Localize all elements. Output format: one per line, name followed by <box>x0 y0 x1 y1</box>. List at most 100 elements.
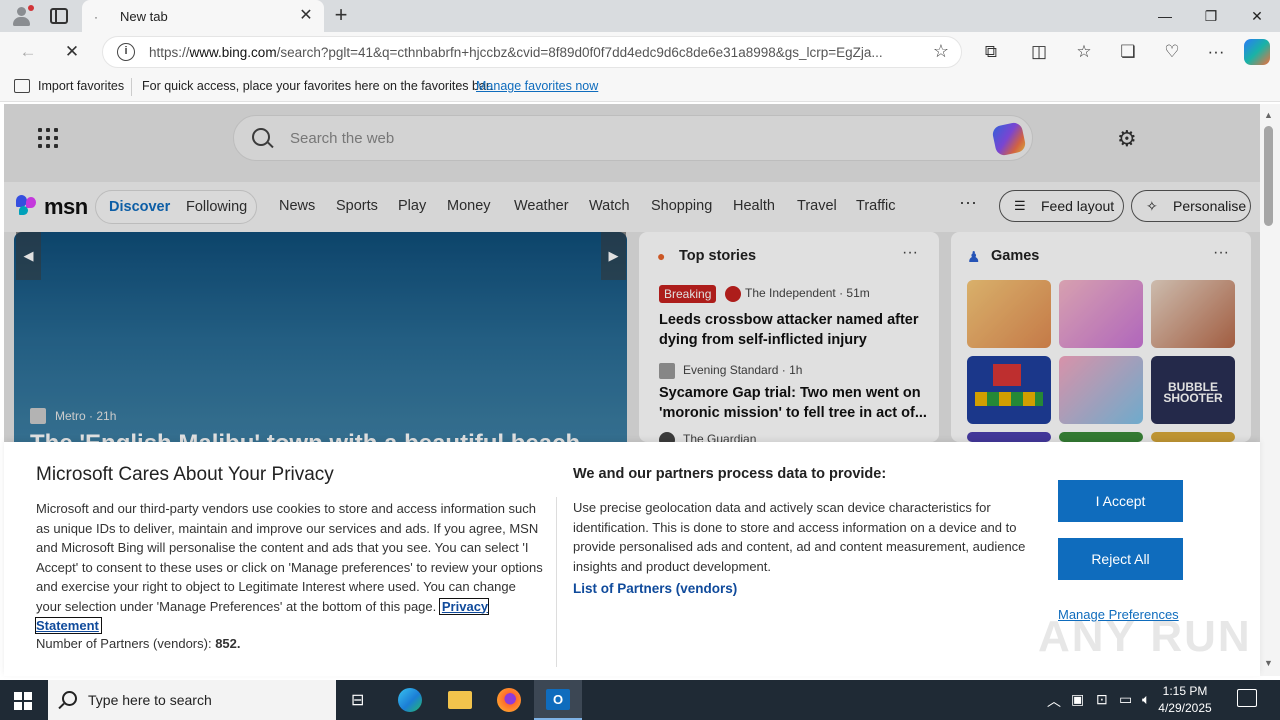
feed-segment-control: Discover Following <box>95 190 257 224</box>
browser-essentials-icon[interactable]: ♡ <box>1158 38 1186 66</box>
navigation-bar: ← ✕ i https://www.bing.com/search?pglt=4… <box>0 32 1280 72</box>
tab-favicon-icon: · <box>94 10 98 24</box>
carousel-prev-icon[interactable]: ◀ <box>16 232 41 280</box>
game-tile[interactable] <box>1059 432 1143 442</box>
taskbar-search[interactable]: Type here to search <box>48 680 336 720</box>
nav-travel[interactable]: Travel <box>797 198 837 214</box>
manage-favorites-link[interactable]: Manage favorites now <box>476 79 598 93</box>
hero-carousel[interactable]: Metro · 21h The 'English Malibu' town wi… <box>14 232 627 442</box>
nav-sports[interactable]: Sports <box>336 198 378 214</box>
scroll-down-icon[interactable]: ▼ <box>1264 658 1273 668</box>
back-icon[interactable]: ← <box>14 38 42 66</box>
consent-purposes-body: Use precise geolocation data and activel… <box>573 500 1026 574</box>
favorites-icon[interactable]: ☆ <box>1070 38 1098 66</box>
nav-health[interactable]: Health <box>733 198 775 214</box>
accept-button[interactable]: I Accept <box>1058 480 1183 522</box>
collections-icon[interactable]: ❏ <box>1114 38 1142 66</box>
reject-all-button[interactable]: Reject All <box>1058 538 1183 580</box>
page-scrollbar[interactable]: ▲ ▼ <box>1260 104 1280 676</box>
privacy-consent-dialog: Microsoft Cares About Your Privacy Micro… <box>4 442 1260 676</box>
nav-play[interactable]: Play <box>398 198 426 214</box>
taskbar-search-input[interactable]: Type here to search <box>88 692 212 708</box>
game-tile[interactable] <box>1151 432 1235 442</box>
minimize-button[interactable]: — <box>1142 0 1188 32</box>
more-options-icon[interactable]: ··· <box>1213 244 1229 262</box>
story-source: Evening Standard · 1h <box>683 363 803 377</box>
outlook-icon[interactable]: O <box>534 680 582 720</box>
usb-icon[interactable]: ⊡ <box>1096 691 1108 708</box>
url-text[interactable]: https://www.bing.com/search?pglt=41&q=ct… <box>149 45 917 60</box>
story-headline[interactable]: Sycamore Gap trial: Two men went on 'mor… <box>659 383 929 423</box>
split-screen-icon[interactable]: ◫ <box>1025 38 1053 66</box>
game-tile[interactable] <box>967 432 1051 442</box>
import-favorites-button[interactable]: Import favorites <box>38 79 124 93</box>
games-title: Games <box>991 248 1040 264</box>
nav-money[interactable]: Money <box>447 198 491 214</box>
story-headline[interactable]: Leeds crossbow attacker named after dyin… <box>659 310 929 350</box>
tab-actions-icon[interactable] <box>50 8 68 24</box>
copilot-search-icon[interactable] <box>991 121 1027 157</box>
nav-shopping[interactable]: Shopping <box>651 198 712 214</box>
tab-following[interactable]: Following <box>186 199 247 215</box>
outlook-tray-icon[interactable]: ▣ <box>1071 691 1084 708</box>
show-hidden-icons-icon[interactable]: ︿ <box>1047 691 1061 711</box>
favorite-star-icon[interactable]: ☆ <box>933 41 949 62</box>
divider <box>556 497 557 667</box>
network-icon[interactable]: ▭ <box>1119 691 1132 708</box>
standard-logo-icon <box>659 363 675 379</box>
msn-logo[interactable]: msn <box>16 193 88 221</box>
import-icon[interactable] <box>14 79 30 93</box>
story-source: The Independent · 51m <box>745 286 870 300</box>
profile-icon[interactable] <box>8 4 34 28</box>
personalise-button[interactable]: ✧ Personalise <box>1131 190 1251 222</box>
close-tab-icon[interactable]: ✕ <box>296 6 316 26</box>
scroll-up-icon[interactable]: ▲ <box>1264 110 1273 120</box>
copilot-icon[interactable] <box>1244 39 1270 65</box>
settings-more-icon[interactable]: ··· <box>1202 38 1230 66</box>
game-tile[interactable]: BUBBLE SHOOTER <box>1151 356 1235 424</box>
more-options-icon[interactable]: ··· <box>902 244 918 262</box>
favorites-hint: For quick access, place your favorites h… <box>142 79 493 93</box>
game-tile[interactable] <box>967 356 1051 424</box>
search-icon <box>62 691 77 706</box>
hero-headline[interactable]: The 'English Malibu' town with a beautif… <box>30 430 580 442</box>
msn-navigation: msn Discover Following News Sports Play … <box>4 182 1260 232</box>
nav-traffic[interactable]: Traffic <box>856 198 895 214</box>
windows-start-icon[interactable] <box>14 692 32 710</box>
nav-more-icon[interactable]: ··· <box>959 192 977 213</box>
apps-grid-icon[interactable] <box>38 128 58 148</box>
tab-new-tab[interactable]: · New tab ✕ <box>82 0 324 32</box>
new-tab-button[interactable]: + <box>330 4 352 27</box>
carousel-next-icon[interactable]: ▶ <box>601 232 626 280</box>
restore-button[interactable]: ❐ <box>1188 0 1234 32</box>
nav-watch[interactable]: Watch <box>589 198 630 214</box>
game-tile[interactable] <box>1059 356 1143 424</box>
list-of-partners-link[interactable]: List of Partners (vendors) <box>573 581 737 596</box>
nav-weather[interactable]: Weather <box>514 198 569 214</box>
system-clock[interactable]: 1:15 PM 4/29/2025 <box>1140 683 1230 717</box>
divider <box>131 78 132 96</box>
address-bar[interactable]: i https://www.bing.com/search?pglt=41&q=… <box>102 36 962 68</box>
independent-logo-icon <box>725 286 741 302</box>
game-tile[interactable] <box>967 280 1051 348</box>
game-tile[interactable] <box>1059 280 1143 348</box>
guardian-logo-icon <box>659 432 675 442</box>
scrollbar-thumb[interactable] <box>1264 126 1273 226</box>
tab-discover[interactable]: Discover <box>109 199 170 215</box>
site-info-icon[interactable]: i <box>117 43 135 61</box>
nav-news[interactable]: News <box>279 198 315 214</box>
close-window-button[interactable]: ✕ <box>1234 0 1280 32</box>
edge-icon[interactable] <box>386 680 434 720</box>
search-input[interactable]: Search the web <box>290 130 394 147</box>
firefox-icon[interactable] <box>485 680 533 720</box>
web-search-box[interactable]: Search the web <box>233 115 1033 161</box>
file-explorer-icon[interactable] <box>436 680 484 720</box>
game-tile[interactable] <box>1151 280 1235 348</box>
search-icon <box>252 128 270 146</box>
feed-layout-button[interactable]: ☰ Feed layout <box>999 190 1124 222</box>
notification-icon[interactable] <box>1237 689 1257 707</box>
extensions-icon[interactable]: ⧉ <box>977 38 1005 66</box>
gear-icon[interactable]: ⚙ <box>1117 126 1137 152</box>
stop-loading-icon[interactable]: ✕ <box>58 38 86 66</box>
task-view-icon[interactable]: ⊟ <box>336 680 384 720</box>
